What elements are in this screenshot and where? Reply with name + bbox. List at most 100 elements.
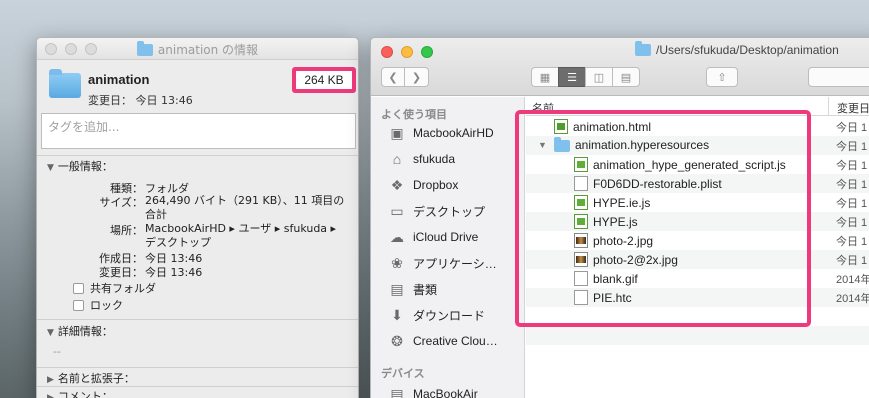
column-name-header[interactable]: 名前 — [532, 100, 554, 116]
dropbox-icon: ❖ — [390, 176, 404, 193]
chevron-right-icon: ❯ — [411, 70, 422, 84]
general-section-toggle[interactable]: ▼ 一般情報： — [47, 158, 113, 174]
sidebar-item-label: 書類 — [413, 282, 438, 297]
hard-drive-icon: ▣ — [390, 124, 404, 141]
gif-file-icon — [574, 271, 588, 286]
file-row[interactable]: photo-2.jpg 今日 1 — [526, 231, 869, 250]
sidebar-item-sfukuda[interactable]: ⌂ sfukuda — [387, 150, 455, 168]
documents-icon: ▤ — [390, 280, 404, 297]
finder-sidebar: よく使う項目 ▣ MacbookAirHD ⌂ sfukuda ❖ Dropbo… — [371, 97, 525, 398]
empty-row — [526, 326, 869, 345]
file-name: HYPE.ie.js — [593, 195, 651, 210]
sidebar-item-dropbox[interactable]: ❖ Dropbox — [387, 176, 459, 194]
details-value: -- — [53, 345, 61, 358]
disclosure-closed-icon: ▶ — [47, 393, 54, 398]
size-badge: 264 KB — [292, 67, 356, 93]
creative-cloud-icon: ❂ — [391, 332, 403, 349]
file-rows: animation.html 今日 1 ▼ animation.hypereso… — [526, 117, 869, 364]
sidebar-item-icloud-drive[interactable]: ☁ iCloud Drive — [387, 228, 478, 246]
shared-folder-checkbox[interactable]: 共有フォルダ — [73, 280, 156, 296]
general-section-label: 一般情報： — [57, 160, 113, 173]
where-label: 場所： — [110, 224, 143, 237]
divider — [37, 319, 358, 320]
item-modified: 変更日： 今日 13:46 — [88, 94, 193, 107]
sidebar-item-macbookair[interactable]: ▤ MacBookAir — [387, 385, 478, 398]
info-window-title: animation の情報 — [37, 40, 358, 58]
comments-section-label: コメント： — [57, 390, 113, 398]
path-text: /Users/sfukuda/Desktop/animation — [656, 43, 839, 57]
list-view-button[interactable]: ☰ — [558, 67, 586, 87]
file-row[interactable]: HYPE.js 今日 1 — [526, 212, 869, 231]
divider — [37, 386, 358, 387]
back-button[interactable]: ❮ — [381, 67, 405, 87]
sidebar-item-downloads[interactable]: ⬇ ダウンロード — [387, 306, 485, 324]
columns-icon: ◫ — [593, 70, 605, 84]
icon-view-button[interactable]: ▦ — [531, 67, 559, 87]
empty-row — [526, 307, 869, 326]
file-name: photo-2.jpg — [593, 233, 654, 248]
file-name: HYPE.js — [593, 214, 638, 229]
file-row[interactable]: photo-2@2x.jpg 今日 1 — [526, 250, 869, 269]
image-file-icon — [574, 233, 588, 248]
coverflow-view-button[interactable]: ▤ — [612, 67, 640, 87]
comments-section-toggle[interactable]: ▶ コメント： — [47, 388, 113, 398]
finder-toolbar: /Users/sfukuda/Desktop/animation ❮ ❯ ▦ ☰… — [371, 38, 869, 96]
window-controls — [381, 46, 433, 58]
sidebar-item-label: ダウンロード — [413, 308, 486, 323]
disclosure-open-icon: ▼ — [47, 163, 54, 173]
file-date: 今日 1 — [836, 236, 868, 248]
checkbox-icon — [73, 299, 84, 311]
file-row[interactable]: blank.gif 2014年 — [526, 269, 869, 288]
info-titlebar: animation の情報 — [37, 38, 358, 60]
column-header: 名前 変更日 — [526, 97, 869, 116]
home-icon: ⌂ — [392, 151, 402, 167]
finder-window: /Users/sfukuda/Desktop/animation ❮ ❯ ▦ ☰… — [370, 37, 869, 398]
share-button[interactable]: ⇧ — [706, 67, 738, 87]
js-file-icon — [574, 157, 588, 172]
file-row[interactable]: animation_hype_generated_script.js 今日 1 — [526, 155, 869, 174]
divider — [37, 367, 358, 368]
file-date: 今日 1 — [836, 198, 868, 210]
file-date: 今日 1 — [836, 179, 868, 191]
file-row[interactable]: HYPE.ie.js 今日 1 — [526, 193, 869, 212]
file-date: 2014年 — [836, 274, 869, 286]
locked-checkbox[interactable]: ロック — [73, 297, 123, 313]
file-row[interactable]: PIE.htc 2014年 — [526, 288, 869, 307]
file-date: 今日 1 — [836, 122, 868, 134]
sidebar-item-documents[interactable]: ▤ 書類 — [387, 280, 437, 298]
column-date-header[interactable]: 変更日 — [828, 97, 869, 116]
search-field[interactable] — [808, 67, 869, 87]
favorites-header: よく使う項目 — [381, 108, 447, 121]
file-name: animation_hype_generated_script.js — [593, 157, 786, 172]
close-button[interactable] — [381, 46, 393, 58]
info-title-text: animation の情報 — [157, 43, 259, 57]
window-path-title: /Users/sfukuda/Desktop/animation — [635, 41, 839, 57]
file-name: PIE.htc — [593, 290, 632, 305]
file-row[interactable]: animation.html 今日 1 — [526, 117, 869, 136]
file-name: blank.gif — [593, 271, 638, 286]
file-list: 名前 変更日 animation.html 今日 1 ▼ animation.h… — [526, 97, 869, 398]
file-date: 今日 1 — [836, 141, 868, 153]
disclosure-open-icon[interactable]: ▼ — [538, 140, 547, 150]
sidebar-item-desktop[interactable]: ▭ デスクトップ — [387, 202, 485, 220]
column-view-button[interactable]: ◫ — [585, 67, 613, 87]
name-ext-section-toggle[interactable]: ▶ 名前と拡張子： — [47, 370, 135, 386]
where-value: MacbookAirHD ▸ ユーザ ▸ sfukuda ▸ デスクトップ — [145, 222, 337, 249]
file-row[interactable]: F0D6DD-restorable.plist 今日 1 — [526, 174, 869, 193]
details-section-toggle[interactable]: ▼ 詳細情報： — [47, 323, 113, 339]
tag-input[interactable]: タグを追加... — [41, 113, 356, 149]
minimize-button[interactable] — [401, 46, 413, 58]
folder-row[interactable]: ▼ animation.hyperesources 今日 1 — [526, 136, 869, 155]
empty-row — [526, 345, 869, 364]
sidebar-item-label: MacBookAir — [413, 387, 478, 398]
sidebar-item-label: iCloud Drive — [413, 230, 479, 244]
forward-button[interactable]: ❯ — [404, 67, 429, 87]
plist-file-icon — [574, 176, 588, 191]
sidebar-item-creative-cloud[interactable]: ❂ Creative Clou… — [387, 332, 498, 350]
file-name: F0D6DD-restorable.plist — [593, 176, 722, 191]
sidebar-item-macbookairhd[interactable]: ▣ MacbookAirHD — [387, 124, 493, 142]
js-file-icon — [574, 214, 588, 229]
sidebar-item-label: Dropbox — [413, 178, 459, 192]
zoom-button[interactable] — [421, 46, 433, 58]
sidebar-item-applications[interactable]: ❀ アプリケーシ… — [387, 254, 497, 272]
